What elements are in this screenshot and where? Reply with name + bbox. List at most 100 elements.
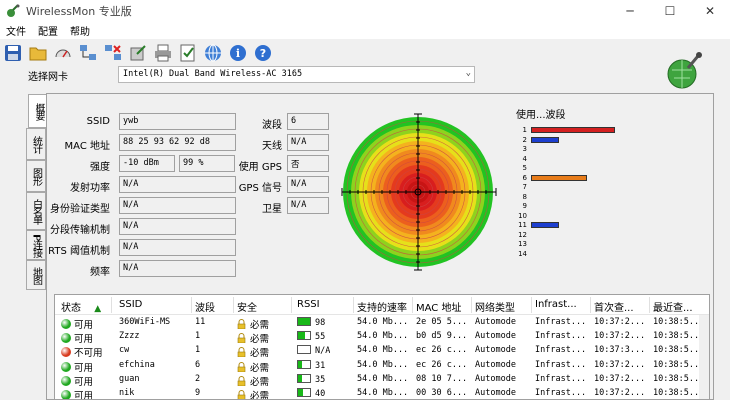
cell-last: 10:38:5... bbox=[653, 345, 705, 356]
rssi-bar bbox=[297, 345, 311, 355]
col-mac[interactable]: MAC 地址 bbox=[416, 299, 461, 314]
cell-mac: ec 26 c... bbox=[416, 359, 468, 370]
cell-last: 10:38:5... bbox=[653, 359, 705, 370]
print-icon[interactable] bbox=[153, 43, 173, 63]
cell-first: 10:37:2... bbox=[594, 388, 646, 398]
cell-channel: 11 bbox=[195, 317, 206, 327]
band-row: 10 bbox=[514, 212, 624, 221]
rts-field: N/A bbox=[119, 239, 236, 256]
status-dot-icon bbox=[61, 347, 71, 358]
col-security[interactable]: 安全 bbox=[237, 299, 257, 314]
cell-rate: 54.0 Mb... bbox=[357, 331, 409, 342]
gps-label: 使用 GPS bbox=[238, 162, 282, 173]
col-network-type[interactable]: 网络类型 bbox=[475, 299, 515, 314]
rssi-bar bbox=[297, 317, 311, 326]
ssid-label: SSID bbox=[86, 116, 110, 127]
network-icon[interactable] bbox=[78, 43, 98, 63]
cell-security: 必需 bbox=[237, 345, 269, 359]
cell-last: 10:38:5... bbox=[653, 331, 705, 342]
col-ssid[interactable]: SSID bbox=[119, 299, 142, 310]
band-row: 9 bbox=[514, 202, 624, 211]
adapter-select[interactable]: Intel(R) Dual Band Wireless-AC 3165 ⌄ bbox=[118, 66, 475, 83]
rssi-bar bbox=[297, 359, 311, 369]
table-row[interactable]: 可用 360WiFi-MS 11 必需 98 54.0 Mb... 2e 05 5... Au… bbox=[55, 316, 709, 331]
cell-channel: 2 bbox=[195, 373, 201, 384]
gps-signal-label: GPS 信号 bbox=[238, 183, 282, 194]
table-row[interactable]: 可用 guan 2 必需 35 54.0 Mb... 08 10 7... Automode I… bbox=[55, 373, 709, 388]
gps-signal-field: N/A bbox=[287, 176, 329, 193]
cell-ssid: cw bbox=[119, 345, 130, 356]
col-last-seen[interactable]: 最近查... bbox=[653, 299, 693, 314]
cell-first: 10:37:3... bbox=[594, 345, 646, 356]
cell-rate: 54.0 Mb... bbox=[357, 359, 409, 370]
menu-bar: 文件 配置 帮助 bbox=[0, 22, 730, 39]
band-number: 10 bbox=[518, 211, 527, 220]
gauge-icon[interactable] bbox=[53, 43, 73, 63]
cell-type: Automode bbox=[475, 345, 516, 356]
band-number: 3 bbox=[522, 145, 527, 153]
table-row[interactable]: 可用 efchina 6 必需 31 54.0 Mb... ec 26 c... Automo… bbox=[55, 359, 709, 374]
export-icon[interactable] bbox=[128, 43, 148, 63]
cell-infra: Infrast... bbox=[535, 317, 587, 327]
cell-status: 可用 bbox=[61, 360, 93, 374]
info-icon[interactable]: i bbox=[228, 43, 248, 63]
band-number: 1 bbox=[522, 126, 527, 134]
col-rssi[interactable]: RSSI bbox=[297, 299, 320, 310]
cell-rssi: 55 bbox=[297, 331, 325, 342]
cell-rate: 54.0 Mb... bbox=[357, 373, 409, 384]
folder-open-icon[interactable] bbox=[28, 43, 48, 63]
col-infrastructure[interactable]: Infrast... bbox=[535, 299, 577, 310]
col-first-seen[interactable]: 首次查... bbox=[594, 299, 634, 314]
col-rate[interactable]: 支持的速率 bbox=[357, 299, 407, 314]
cell-rssi: 40 bbox=[297, 388, 325, 399]
cell-type: Automode bbox=[475, 359, 516, 370]
cell-status: 不可用 bbox=[61, 345, 103, 359]
help-icon[interactable]: ? bbox=[253, 43, 273, 63]
lock-icon bbox=[237, 333, 246, 344]
txpower-label: 发射功率 bbox=[70, 183, 110, 194]
status-dot-icon bbox=[61, 319, 71, 329]
rts-label: RTS 阈值机制 bbox=[48, 246, 110, 257]
save-icon[interactable] bbox=[3, 43, 23, 63]
lock-icon bbox=[237, 390, 246, 399]
band-number: 14 bbox=[518, 249, 527, 258]
menu-config[interactable]: 配置 bbox=[32, 23, 64, 38]
signal-radar bbox=[341, 113, 497, 271]
maximize-button[interactable]: ☐ bbox=[650, 0, 690, 22]
band-row: 6 bbox=[514, 174, 624, 183]
checklist-icon[interactable] bbox=[178, 43, 198, 63]
table-scrollbar[interactable] bbox=[699, 315, 709, 399]
cell-infra: Infrast... bbox=[535, 345, 587, 356]
menu-file[interactable]: 文件 bbox=[0, 23, 32, 38]
antenna-label: 天线 bbox=[262, 141, 282, 152]
band-row: 11 bbox=[514, 221, 624, 230]
minimize-button[interactable]: ─ bbox=[610, 0, 650, 22]
col-status[interactable]: 状态 ▲ bbox=[61, 299, 101, 314]
globe-icon[interactable] bbox=[203, 43, 223, 63]
cell-rate: 54.0 Mb... bbox=[357, 345, 409, 356]
col-channel[interactable]: 波段 bbox=[195, 299, 215, 314]
band-number: 5 bbox=[522, 164, 527, 172]
menu-help[interactable]: 帮助 bbox=[64, 23, 96, 38]
cell-rssi: 98 bbox=[297, 317, 325, 328]
table-row[interactable]: 可用 Zzzz 1 必需 55 54.0 Mb... b0 d5 9... Automode I… bbox=[55, 330, 709, 345]
rssi-bar bbox=[297, 331, 311, 341]
gps-field: 否 bbox=[287, 155, 329, 172]
cell-mac: ec 26 c... bbox=[416, 345, 468, 356]
lock-icon bbox=[237, 319, 246, 329]
table-header: 状态 ▲ SSID 波段 安全 RSSI 支持的速率 MAC 地址 网络类型 I… bbox=[55, 295, 709, 315]
title-bar: WirelessMon 专业版 ─ ☐ ✕ bbox=[0, 0, 730, 22]
rssi-bar bbox=[297, 373, 311, 383]
band-bar bbox=[531, 174, 587, 181]
network-delete-icon[interactable] bbox=[103, 43, 123, 63]
close-button[interactable]: ✕ bbox=[690, 0, 730, 22]
status-dot-icon bbox=[61, 390, 71, 399]
lock-icon bbox=[237, 347, 246, 358]
band-row: 2 bbox=[514, 136, 624, 145]
band-row: 13 bbox=[514, 240, 624, 249]
table-row[interactable]: 可用 nik 9 必需 40 54.0 Mb... 00 30 6... Automode In… bbox=[55, 387, 709, 399]
auth-label: 身份验证类型 bbox=[50, 204, 110, 215]
table-row[interactable]: 不可用 cw 1 必需 N/A 54.0 Mb... ec 26 c... Automode I… bbox=[55, 344, 709, 359]
adapter-value: Intel(R) Dual Band Wireless-AC 3165 bbox=[123, 69, 303, 79]
cell-mac: 00 30 6... bbox=[416, 388, 468, 398]
